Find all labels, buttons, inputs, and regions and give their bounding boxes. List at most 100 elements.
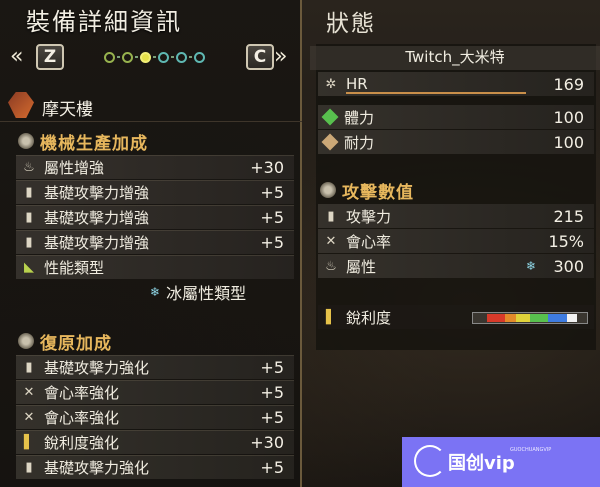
stat-label: 基礎攻擊力增強: [44, 209, 150, 227]
sharpness-segment: [504, 314, 517, 322]
hunter-rank-icon: ✲: [325, 76, 337, 92]
affinity-icon: ✕: [23, 385, 35, 400]
prev-key-button[interactable]: Z: [36, 44, 64, 70]
stat-row[interactable]: ▮ 基礎攻擊力增強 +5: [16, 205, 294, 229]
page-indicator: [104, 50, 207, 64]
section-icon: [320, 182, 336, 198]
stat-row[interactable]: ▮ 基礎攻擊力強化 +5: [16, 455, 294, 479]
stat-row[interactable]: ▌ 銳利度強化 +30: [16, 430, 294, 454]
stat-label: 體力: [344, 108, 375, 127]
subtype-label: 冰屬性類型: [166, 284, 247, 303]
stat-row[interactable]: ▮ 基礎攻擊力增強 +5: [16, 180, 294, 204]
ice-element-icon: ❄: [150, 285, 161, 299]
stat-value: +5: [260, 183, 284, 202]
page-dot[interactable]: [104, 51, 115, 63]
watermark-logo-icon: [414, 445, 446, 477]
section-header: 攻擊數值: [320, 178, 414, 203]
sharpness-segment: [487, 314, 505, 322]
section-header: 機械生產加成: [18, 129, 148, 154]
sharpness-row: ▌ 銳利度: [318, 305, 594, 329]
weapon-name: 摩天樓: [42, 100, 93, 120]
section-icon: [18, 333, 34, 349]
page-dot[interactable]: [176, 51, 187, 63]
affinity-icon: ✕: [325, 233, 337, 249]
stat-label: 基礎攻擊力強化: [44, 459, 150, 477]
weapon-row: 摩天樓: [0, 88, 302, 122]
stat-row[interactable]: ◣ 性能類型: [16, 255, 294, 279]
stat-value: 215: [553, 206, 584, 226]
sharpness-icon: ▌: [24, 435, 34, 450]
stat-value: +5: [260, 358, 284, 377]
watermark-text: 国创vip: [448, 453, 515, 474]
health-row: 體力 100: [318, 105, 594, 129]
stat-value: +5: [260, 233, 284, 252]
page-dot-active[interactable]: [140, 51, 151, 63]
section-title: 機械生產加成: [40, 133, 148, 154]
hr-progress-bar: [346, 92, 526, 94]
stat-value: 100: [553, 107, 584, 127]
stat-value: 300: [553, 256, 584, 276]
equipment-title: 裝備詳細資訊: [26, 8, 182, 36]
stat-label: 基礎攻擊力增強: [44, 234, 150, 252]
stat-value: +5: [260, 383, 284, 402]
stat-row[interactable]: ▮ 基礎攻擊力強化 +5: [16, 355, 294, 379]
page-dot[interactable]: [122, 51, 133, 63]
ice-element-icon: ❄: [525, 259, 536, 273]
affinity-row: ✕ 會心率 15%: [318, 229, 594, 253]
page-dot[interactable]: [194, 51, 205, 63]
affinity-icon: ✕: [23, 410, 35, 425]
stat-label: 屬性增強: [44, 159, 105, 177]
stat-label: 會心率: [346, 232, 392, 251]
watermark-banner: 国创vip GUOCHUANGVIP: [402, 437, 600, 487]
stat-row[interactable]: ✕ 會心率強化 +5: [16, 405, 294, 429]
stat-value: +30: [250, 433, 284, 452]
next-key-button[interactable]: C: [246, 44, 274, 70]
performance-type-value: ❄ 冰屬性類型: [150, 280, 246, 304]
stat-value: +5: [260, 208, 284, 227]
stat-label: 銳利度: [346, 308, 392, 327]
stat-value: 100: [553, 132, 584, 152]
stat-label: 會心率強化: [44, 384, 120, 402]
chevron-right-icon[interactable]: »: [274, 44, 287, 69]
stat-label: 屬性: [346, 257, 377, 276]
stat-value: +30: [250, 158, 284, 177]
attack-icon: ▮: [25, 460, 33, 475]
weapon-icon: [8, 92, 34, 118]
sharpness-icon: ▌: [326, 309, 336, 325]
element-row: ♨ 屬性 ❄ 300: [318, 254, 594, 278]
sharpness-segment: [530, 314, 548, 322]
stat-value: 15%: [548, 231, 584, 251]
stat-value: 169: [553, 74, 584, 94]
attack-icon: ▮: [25, 210, 33, 225]
health-icon: [321, 108, 339, 126]
page-dot[interactable]: [158, 51, 169, 63]
stat-label: HR: [346, 75, 368, 93]
stat-row[interactable]: ✕ 會心率強化 +5: [16, 380, 294, 404]
sharpness-gauge: [472, 312, 588, 324]
section-header: 復原加成: [18, 329, 112, 354]
section-title: 復原加成: [40, 333, 112, 354]
stat-value: +5: [260, 458, 284, 477]
section-title: 攻擊數值: [342, 182, 414, 203]
stat-label: 攻擊力: [346, 207, 392, 226]
stamina-icon: [321, 133, 339, 151]
sharpness-segment: [547, 314, 568, 322]
element-icon: ♨: [325, 258, 337, 274]
attack-icon: ▮: [25, 360, 33, 375]
stat-label: 會心率強化: [44, 409, 120, 427]
stat-label: 基礎攻擊力增強: [44, 184, 150, 202]
chevron-left-icon[interactable]: «: [10, 44, 23, 69]
equipment-nav: « Z C »: [0, 42, 302, 74]
stat-label: 基礎攻擊力強化: [44, 359, 150, 377]
stat-row[interactable]: ▮ 基礎攻擊力增強 +5: [16, 230, 294, 254]
player-name: Twitch_大米特: [310, 46, 600, 70]
attack-icon: ▮: [25, 185, 33, 200]
stat-label: 耐力: [344, 133, 375, 152]
stat-row[interactable]: ♨ 屬性增強 +30: [16, 155, 294, 179]
status-title: 狀態: [326, 11, 376, 37]
watermark-subtext: GUOCHUANGVIP: [510, 447, 552, 453]
equipment-details-panel: 裝備詳細資訊 « Z C » 摩天樓 機械生產加成 ♨ 屬性增強 +30 ▮ 基…: [0, 0, 302, 487]
attack-icon: ▮: [25, 235, 33, 250]
stat-label: 銳利度強化: [44, 434, 120, 452]
attack-icon: ▮: [327, 208, 335, 224]
